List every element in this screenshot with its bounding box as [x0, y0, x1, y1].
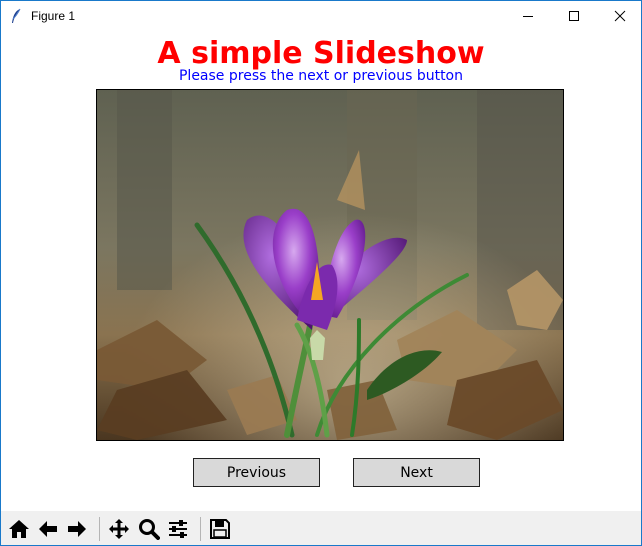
back-button[interactable]	[34, 515, 61, 542]
figure-subtitle: Please press the next or previous button	[178, 68, 463, 84]
back-arrow-icon	[38, 520, 57, 537]
close-button[interactable]	[597, 1, 641, 31]
pan-button[interactable]	[105, 515, 132, 542]
home-button[interactable]	[5, 515, 32, 542]
configure-subplots-button[interactable]	[164, 515, 191, 542]
zoom-button[interactable]	[135, 515, 162, 542]
home-icon	[8, 519, 29, 538]
feather-icon	[12, 8, 21, 23]
previous-button[interactable]: Previous	[193, 458, 320, 487]
image-axes	[96, 89, 564, 441]
crocus-photo	[97, 90, 563, 440]
toolbar-separator	[99, 517, 100, 541]
forward-button[interactable]	[63, 515, 90, 542]
maximize-button[interactable]	[551, 1, 597, 31]
zoom-icon	[138, 518, 160, 540]
configure-subplots-icon	[168, 519, 187, 538]
figure-window: Figure 1 A simple Slideshow Please press…	[0, 0, 642, 546]
window-title: Figure 1	[31, 9, 76, 23]
pan-icon	[108, 518, 129, 539]
minimize-icon	[523, 16, 533, 17]
toolbar-separator	[200, 517, 201, 541]
maximize-icon	[569, 11, 579, 21]
forward-arrow-icon	[67, 520, 86, 537]
close-icon	[614, 10, 626, 22]
navigation-toolbar	[1, 511, 641, 545]
minimize-button[interactable]	[505, 1, 551, 31]
save-button[interactable]	[206, 515, 233, 542]
title-bar[interactable]: Figure 1	[1, 1, 641, 31]
save-icon	[209, 518, 230, 539]
next-button[interactable]: Next	[353, 458, 480, 487]
